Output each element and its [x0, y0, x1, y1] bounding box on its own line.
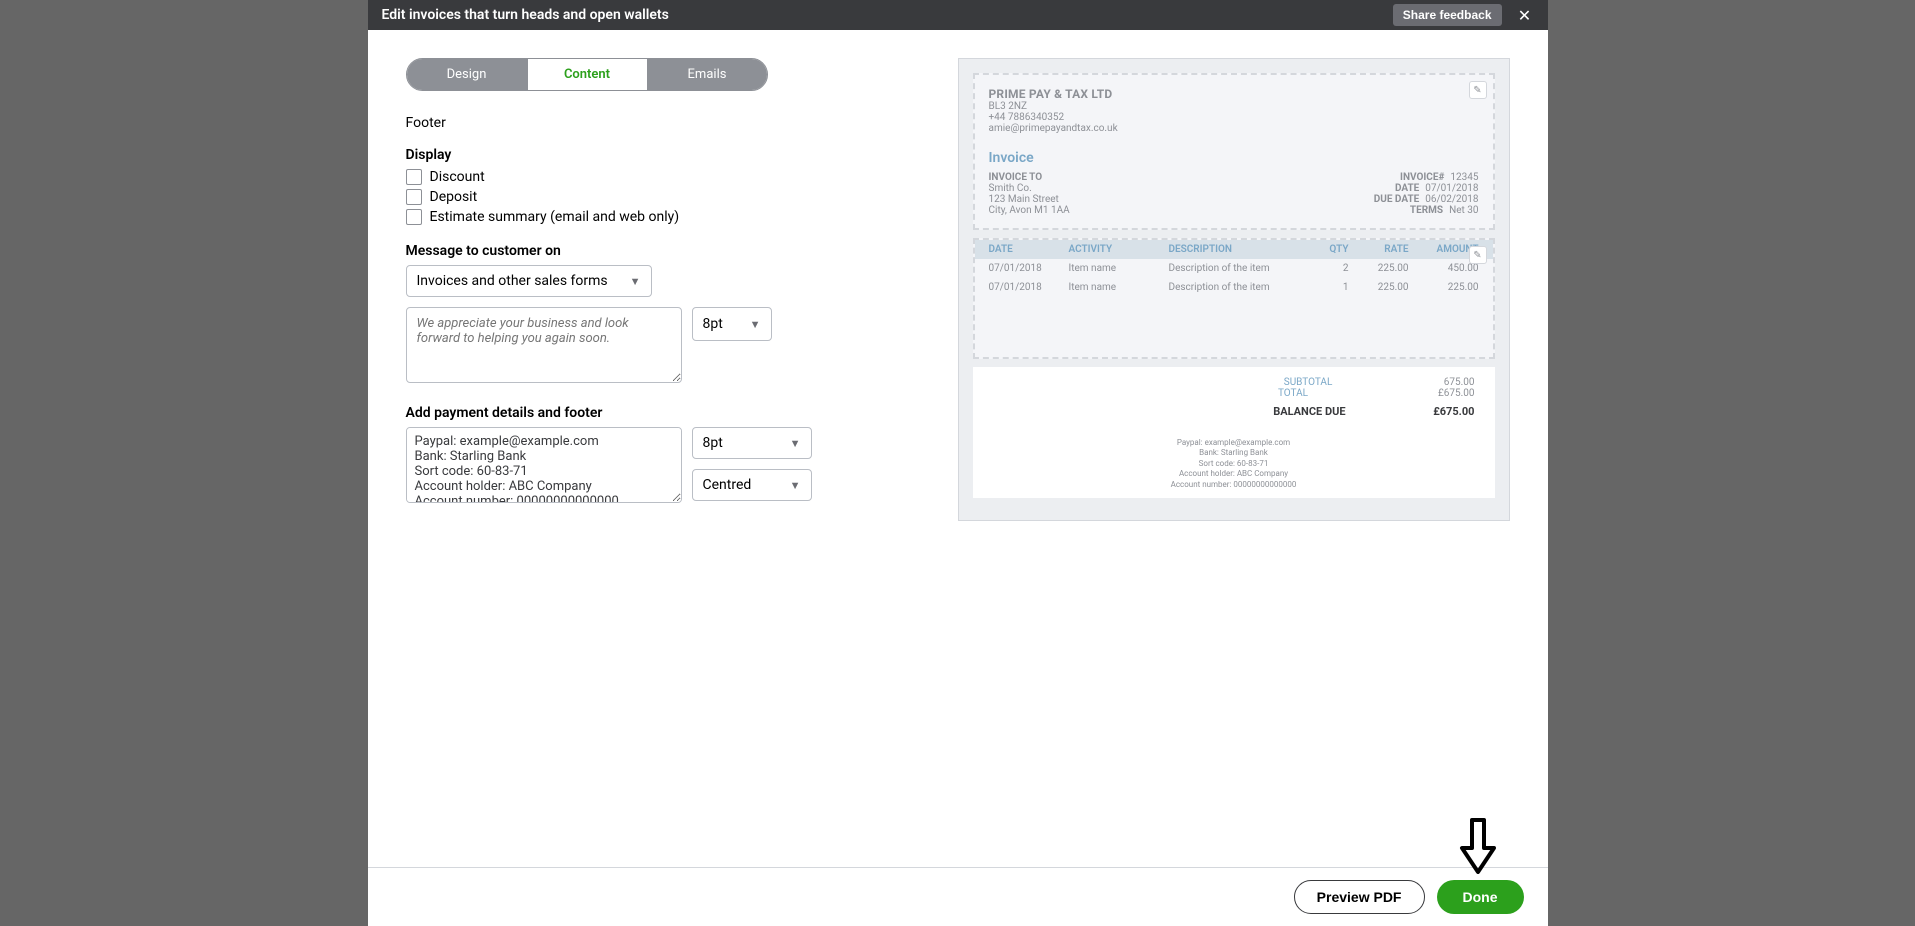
modal-header: Edit invoices that turn heads and open w…: [368, 0, 1548, 30]
checkbox-estimate[interactable]: Estimate summary (email and web only): [406, 209, 920, 225]
chevron-down-icon: ▼: [630, 275, 641, 288]
checkbox-discount-label: Discount: [430, 169, 485, 185]
chevron-down-icon: ▼: [790, 437, 801, 450]
chevron-down-icon: ▼: [750, 318, 761, 331]
message-font-size-value: 8pt: [703, 316, 723, 332]
footer-align-select[interactable]: Centred ▼: [692, 469, 812, 501]
pencil-icon[interactable]: ✎: [1469, 81, 1487, 99]
modal-footer: Preview PDF Done: [368, 867, 1548, 926]
preview-addr1: BL3 2NZ: [989, 101, 1479, 112]
tab-emails[interactable]: Emails: [647, 59, 767, 90]
footer-font-size-value: 8pt: [703, 435, 723, 451]
footer-font-size-select[interactable]: 8pt ▼: [692, 427, 812, 459]
preview-pdf-button[interactable]: Preview PDF: [1294, 880, 1425, 914]
invoice-preview: ✎ PRIME PAY & TAX LTD BL3 2NZ +44 788634…: [958, 58, 1510, 521]
table-row: 07/01/2018Item nameDescription of the it…: [975, 259, 1493, 278]
pencil-icon[interactable]: ✎: [1469, 246, 1487, 264]
checkbox-icon: [406, 189, 422, 205]
preview-lines-section[interactable]: ✎ DATE ACTIVITY DESCRIPTION QTY RATE AMO…: [973, 238, 1495, 359]
preview-footer-text: Paypal: example@example.com Bank: Starli…: [973, 424, 1495, 498]
settings-panel: Design Content Emails Footer Display Dis…: [368, 30, 958, 867]
preview-panel: ✎ PRIME PAY & TAX LTD BL3 2NZ +44 788634…: [958, 30, 1548, 867]
footer-align-value: Centred: [703, 477, 752, 493]
close-icon[interactable]: ✕: [1516, 6, 1534, 25]
checkbox-discount[interactable]: Discount: [406, 169, 920, 185]
invoice-editor-modal: Edit invoices that turn heads and open w…: [368, 0, 1548, 926]
preview-billto-label: INVOICE TO: [989, 172, 1070, 183]
preview-billto-line: City, Avon M1 1AA: [989, 205, 1070, 216]
footer-heading: Footer: [406, 115, 920, 131]
preview-invoice-title: Invoice: [989, 150, 1479, 166]
message-textarea[interactable]: [406, 307, 682, 383]
checkbox-icon: [406, 169, 422, 185]
preview-header-section[interactable]: ✎ PRIME PAY & TAX LTD BL3 2NZ +44 788634…: [973, 73, 1495, 230]
preview-company: PRIME PAY & TAX LTD: [989, 87, 1479, 101]
preview-billto-line: 123 Main Street: [989, 194, 1070, 205]
checkbox-deposit[interactable]: Deposit: [406, 189, 920, 205]
preview-line-table: DATE ACTIVITY DESCRIPTION QTY RATE AMOUN…: [975, 240, 1493, 297]
preview-billto-line: Smith Co.: [989, 183, 1070, 194]
footer-textarea[interactable]: Paypal: example@example.com Bank: Starli…: [406, 427, 682, 503]
share-feedback-button[interactable]: Share feedback: [1393, 4, 1502, 26]
tab-design[interactable]: Design: [407, 59, 527, 90]
message-font-size-select[interactable]: 8pt ▼: [692, 307, 772, 341]
checkbox-estimate-label: Estimate summary (email and web only): [430, 209, 680, 225]
table-header: DATE ACTIVITY DESCRIPTION QTY RATE AMOUN…: [975, 240, 1493, 259]
modal-title: Edit invoices that turn heads and open w…: [382, 7, 669, 23]
tab-bar: Design Content Emails: [406, 58, 768, 91]
preview-email: amie@primepayandtax.co.uk: [989, 123, 1479, 134]
tab-content[interactable]: Content: [527, 59, 647, 90]
footer-details-label: Add payment details and footer: [406, 405, 920, 421]
chevron-down-icon: ▼: [790, 479, 801, 492]
message-doc-select[interactable]: Invoices and other sales forms ▼: [406, 265, 652, 297]
checkbox-icon: [406, 209, 422, 225]
preview-totals-section: SUBTOTAL675.00 TOTAL£675.00 BALANCE DUE£…: [973, 367, 1495, 498]
preview-phone: +44 7886340352: [989, 112, 1479, 123]
table-row: 07/01/2018Item nameDescription of the it…: [975, 278, 1493, 297]
message-label: Message to customer on: [406, 243, 920, 259]
checkbox-deposit-label: Deposit: [430, 189, 478, 205]
done-button[interactable]: Done: [1437, 880, 1524, 914]
message-doc-select-value: Invoices and other sales forms: [417, 273, 608, 289]
display-label: Display: [406, 147, 920, 163]
